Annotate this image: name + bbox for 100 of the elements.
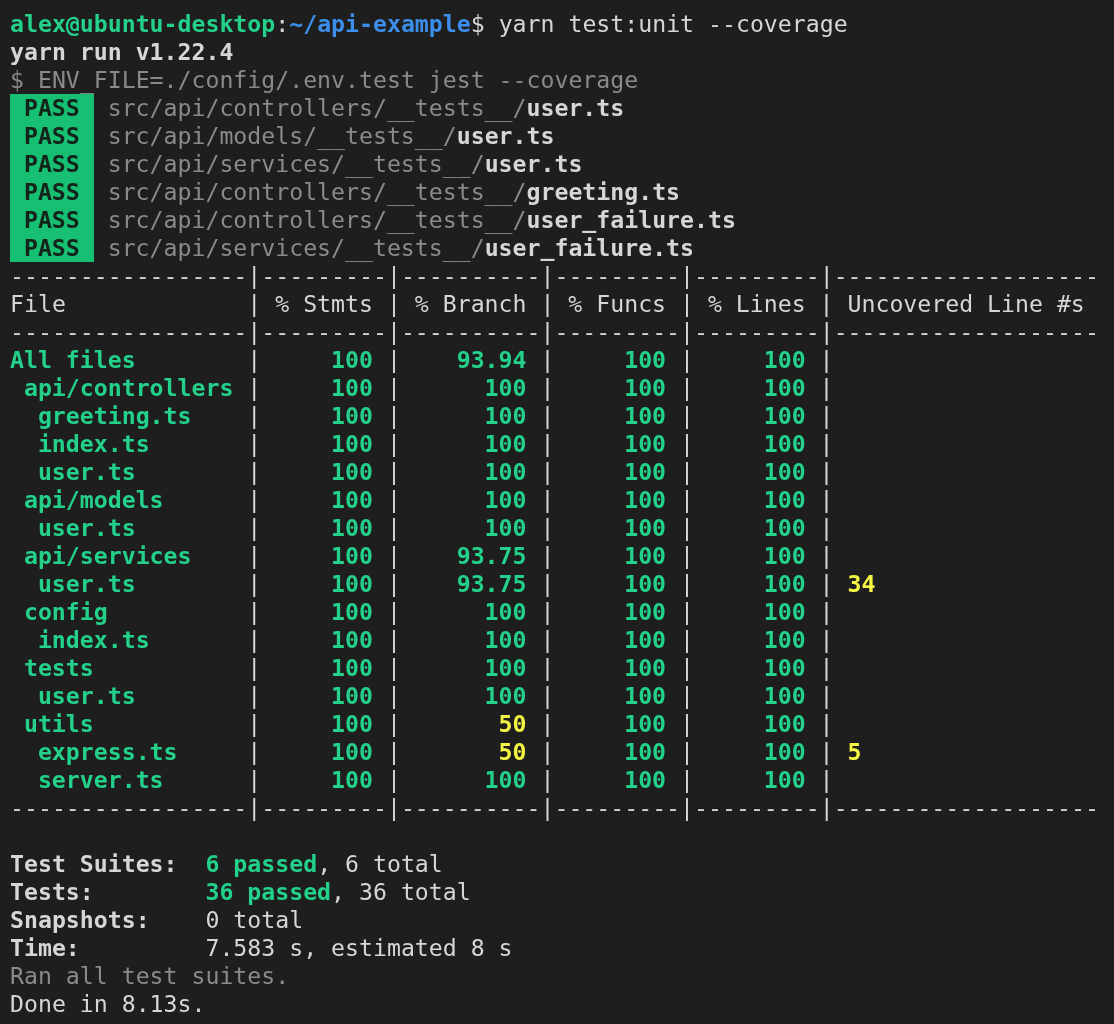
prompt-symbol: $ <box>470 10 485 38</box>
column-divider: | <box>819 626 834 654</box>
column-divider: | <box>540 542 555 570</box>
table-cell-text: 100 <box>483 654 528 682</box>
column-divider: | <box>247 766 262 794</box>
column-divider: | <box>386 514 401 542</box>
column-divider: | <box>540 570 555 598</box>
summary-passed: 36 passed <box>205 878 332 906</box>
column-divider: | <box>247 682 262 710</box>
output-line: Ran all test suites. <box>10 962 290 990</box>
column-header: % Funcs <box>567 290 668 318</box>
column-divider: | <box>247 374 262 402</box>
column-divider: | <box>819 346 834 374</box>
column-divider: | <box>680 626 694 654</box>
table-cell-text: 100 <box>623 514 668 542</box>
column-divider: | <box>819 290 834 318</box>
column-divider: | <box>386 738 401 766</box>
test-dir: src/api/models/__tests__/ <box>107 122 457 150</box>
status-badge: PASS <box>10 234 94 262</box>
column-divider: | <box>247 486 262 514</box>
column-header: % Branch <box>413 290 528 318</box>
table-cell-text: 100 <box>330 430 374 458</box>
column-divider: | <box>819 710 834 738</box>
table-cell-text: 100 <box>330 570 374 598</box>
table-cell-text: 100 <box>762 598 807 626</box>
column-divider: | <box>680 430 694 458</box>
table-cell-text: 100 <box>330 346 374 374</box>
column-divider: | <box>680 738 694 766</box>
column-divider: | <box>819 738 834 766</box>
table-cell-text: 100 <box>483 430 528 458</box>
column-divider: | <box>819 766 834 794</box>
summary-value: , 36 total <box>331 878 471 906</box>
column-divider: | <box>540 486 555 514</box>
column-divider: | <box>540 430 555 458</box>
test-file: user_failure.ts <box>526 206 736 234</box>
column-divider: | <box>247 542 262 570</box>
column-divider: | <box>819 598 834 626</box>
status-badge: PASS <box>10 150 94 178</box>
column-divider: | <box>680 290 694 318</box>
file-name: user.ts <box>36 570 137 598</box>
file-name: server.ts <box>36 766 165 794</box>
column-divider: | <box>819 458 834 486</box>
prompt-separator: : <box>275 10 290 38</box>
table-cell-text: 100 <box>330 654 374 682</box>
summary-label: Time: <box>10 934 81 962</box>
column-divider: | <box>247 290 262 318</box>
column-divider: | <box>680 402 694 430</box>
column-divider: | <box>540 374 555 402</box>
table-cell-text: 100 <box>623 458 668 486</box>
column-divider: | <box>680 374 694 402</box>
column-divider: | <box>680 458 694 486</box>
summary-label: Snapshots: <box>10 906 151 934</box>
table-cell-text: 100 <box>623 402 668 430</box>
table-cell-text: 100 <box>623 374 668 402</box>
table-cell-text: 100 <box>623 486 668 514</box>
column-divider: | <box>247 598 262 626</box>
column-divider: | <box>247 570 262 598</box>
table-cell-text: 100 <box>762 570 807 598</box>
uncovered-lines: 34 <box>846 570 877 598</box>
output-line: Done in 8.13s. <box>10 990 206 1018</box>
column-divider: | <box>540 514 555 542</box>
column-divider: | <box>680 654 694 682</box>
column-divider: | <box>247 430 262 458</box>
table-cell-text: 100 <box>330 738 374 766</box>
column-header: Uncovered Line #s <box>846 290 1086 318</box>
table-cell-text: 100 <box>762 682 807 710</box>
table-cell-text: 100 <box>623 542 668 570</box>
column-divider: | <box>247 514 262 542</box>
column-divider: | <box>386 682 401 710</box>
column-divider: | <box>247 346 262 374</box>
test-dir: src/api/services/__tests__/ <box>107 150 485 178</box>
column-divider: | <box>386 486 401 514</box>
column-divider: | <box>386 458 401 486</box>
column-divider: | <box>540 290 555 318</box>
status-badge: PASS <box>10 206 94 234</box>
table-cell-text: 100 <box>330 514 374 542</box>
status-badge: PASS <box>10 122 94 150</box>
table-cell-text: 100 <box>623 598 668 626</box>
test-dir: src/api/services/__tests__/ <box>107 234 485 262</box>
column-divider: | <box>540 654 555 682</box>
column-divider: | <box>247 626 262 654</box>
table-cell-text: 100 <box>623 682 668 710</box>
table-cell-text: 100 <box>483 486 528 514</box>
column-divider: | <box>386 570 401 598</box>
column-divider: | <box>386 374 401 402</box>
column-divider: | <box>819 486 834 514</box>
test-file: greeting.ts <box>526 178 681 205</box>
file-name: tests <box>22 654 95 682</box>
column-divider: | <box>680 514 694 542</box>
output-line: yarn run v1.22.4 <box>10 38 234 66</box>
table-cell-text: 100 <box>762 458 807 486</box>
table-cell-text: 100 <box>330 486 374 514</box>
table-cell-text: 100 <box>483 514 528 542</box>
table-cell-text: 100 <box>483 374 528 402</box>
summary-value: , 6 total <box>317 850 443 878</box>
file-name: All files <box>10 346 137 374</box>
table-cell-text: 100 <box>762 710 807 738</box>
column-divider: | <box>386 290 401 318</box>
status-badge: PASS <box>10 94 94 122</box>
column-divider: | <box>386 598 401 626</box>
